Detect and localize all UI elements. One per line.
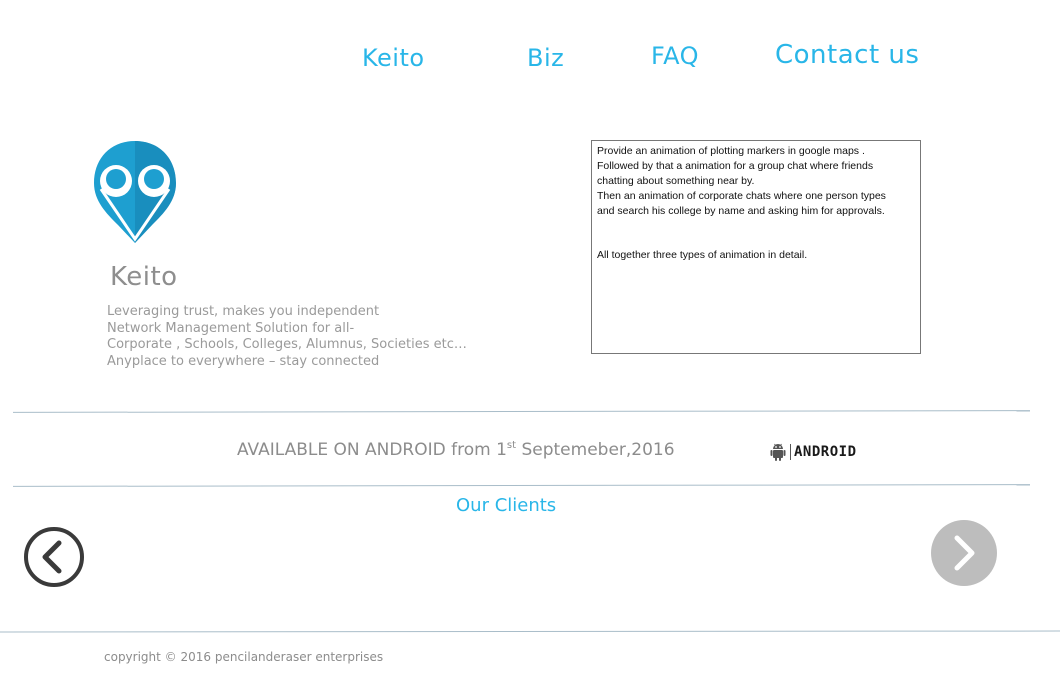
availability-banner: AVAILABLE ON ANDROID from 1st Septemeber… (237, 440, 675, 460)
notes-line: and search his college by name and askin… (597, 205, 885, 217)
tagline-line: Anyplace to everywhere – stay connected (107, 353, 380, 369)
footer-divider (0, 630, 1060, 633)
divider (12, 410, 1031, 413)
divider (12, 484, 1031, 487)
notes-line: Provide an animation of plotting markers… (597, 145, 865, 157)
brand-name: Keito (110, 262, 178, 292)
notes-spacer (597, 219, 915, 248)
nav-link-keito[interactable]: Keito (362, 44, 425, 72)
notes-line: Followed by that a animation for a group… (597, 160, 874, 172)
notes-line: Then an animation of corporate chats whe… (597, 190, 886, 202)
keito-logo-icon (92, 139, 178, 245)
clients-heading: Our Clients (456, 495, 557, 516)
notes-line: chatting about something near by. (597, 175, 755, 187)
nav-link-contact-us[interactable]: Contact us (775, 40, 919, 70)
chevron-left-circle-icon[interactable] (23, 526, 85, 588)
availability-prefix: AVAILABLE ON ANDROID from 1 (237, 440, 507, 460)
nav-link-faq[interactable]: FAQ (651, 42, 699, 70)
badge-separator (790, 444, 791, 460)
nav-link-biz[interactable]: Biz (527, 44, 564, 72)
tagline-line: Leveraging trust, makes you independent (107, 304, 380, 319)
availability-ordinal: st (506, 440, 517, 451)
android-robot-icon (770, 443, 786, 461)
animation-notes-box: Provide an animation of plotting markers… (591, 140, 921, 354)
android-wordmark: ANDROID (794, 444, 857, 460)
copyright-text: copyright © 2016 pencilanderaser enterpr… (104, 650, 384, 664)
tagline-line: Network Management Solution for all- (107, 320, 355, 336)
brand-tagline: Leveraging trust, makes you independent … (107, 304, 487, 370)
availability-date: Septemeber,2016 (516, 440, 675, 460)
chevron-right-circle-icon[interactable] (930, 519, 998, 587)
android-store-badge[interactable]: ANDROID (768, 440, 874, 464)
notes-summary: All together three types of animation in… (597, 249, 808, 261)
tagline-line: Corporate , Schools, Colleges, Alumnus, … (107, 337, 467, 352)
